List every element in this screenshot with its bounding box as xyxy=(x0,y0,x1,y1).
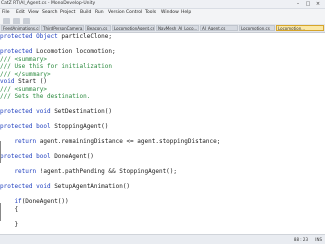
menu-view[interactable]: View xyxy=(28,9,39,16)
code-token: /// </summary> xyxy=(0,70,51,78)
code-line: protected bool DoneAgent() xyxy=(0,153,220,161)
code-token: DoneAgent() xyxy=(54,153,94,160)
menu-version-control[interactable]: Version Control xyxy=(108,9,142,16)
code-line: /// <summary> xyxy=(0,56,220,64)
code-token: protected xyxy=(0,33,37,40)
tab-beacon[interactable]: Beacon.cs xyxy=(85,25,111,31)
code-token: } xyxy=(0,220,19,228)
code-token: SetupAgentAnimation() xyxy=(54,183,131,190)
maximize-button[interactable]: □ xyxy=(304,1,312,7)
code-line: /// </summary> xyxy=(0,71,220,79)
close-button[interactable]: × xyxy=(314,1,322,7)
code-token: particleClone; xyxy=(61,33,112,40)
code-token: !agent.pathPending && StoppingAgent(); xyxy=(39,168,178,175)
code-token: bool xyxy=(36,123,55,130)
code-line: return !agent.pathPending && StoppingAge… xyxy=(0,168,220,176)
menu-bar: File Edit View Search Project Build Run … xyxy=(0,9,325,16)
code-editor[interactable]: protected Object particleClone; protecte… xyxy=(0,33,325,233)
code-line: } xyxy=(0,221,220,229)
code-token: Start () xyxy=(18,78,47,85)
tab-navmesh-ai-loco[interactable]: NavMesh_AI_Loco... xyxy=(156,25,199,31)
menu-help[interactable]: Help xyxy=(181,9,191,16)
code-line: if(DoneAgent()) xyxy=(0,198,220,206)
menu-run[interactable]: Run xyxy=(95,9,104,16)
code-token: agent.remainingDistance <= agent.stoppin… xyxy=(39,138,221,145)
menu-edit[interactable]: Edit xyxy=(16,9,25,16)
tab-locomotion[interactable]: Locomotion.cs xyxy=(239,25,275,31)
code-token: SetDestination() xyxy=(54,108,112,115)
document-tabs: FeedAnimations.cs ThirdPersonCamera.cs B… xyxy=(0,24,325,33)
code-token: Object xyxy=(36,33,62,40)
code-token: void xyxy=(36,108,55,115)
code-token: /// <summary> xyxy=(0,85,47,93)
code-token: locomotion; xyxy=(75,48,116,55)
code-token: StoppingAgent() xyxy=(54,123,109,130)
code-line: protected bool StoppingAgent() xyxy=(0,123,220,131)
minimize-button[interactable]: – xyxy=(294,1,302,7)
code-line: /// <summary> xyxy=(0,86,220,94)
code-line: protected void SetupAgentAnimation() xyxy=(0,183,220,191)
code-token: return xyxy=(0,168,40,175)
code-line: /// Use this for initialization xyxy=(0,63,220,71)
code-line: return agent.remainingDistance <= agent.… xyxy=(0,138,220,146)
tab-locomotion-active[interactable]: Locomotion... xyxy=(276,25,324,31)
code-token: protected xyxy=(0,183,37,190)
tab-locomotion-agent[interactable]: LocomotionAgent.cs xyxy=(112,25,155,31)
tab-ai-agent[interactable]: AI_Agent.cs xyxy=(200,25,238,31)
code-line: void Start () xyxy=(0,78,220,86)
menu-window[interactable]: Window xyxy=(161,9,179,16)
code-line: protected void SetDestination() xyxy=(0,108,220,116)
code-token: (DoneAgent()) xyxy=(21,198,69,205)
fold-line xyxy=(0,203,1,221)
menu-project[interactable]: Project xyxy=(60,9,75,16)
code-line: protected Object particleClone; xyxy=(0,33,220,41)
code-token: void xyxy=(0,78,19,85)
menu-search[interactable]: Search xyxy=(42,9,57,16)
code-token: Locomotion xyxy=(36,48,76,55)
code-token: /// Sets the destination. xyxy=(0,93,91,100)
tab-third-person-camera[interactable]: ThirdPersonCamera.cs xyxy=(41,25,84,31)
code-token: /// Use this for initialization xyxy=(0,63,112,70)
code-token: { xyxy=(0,205,19,213)
title-bar: CatZ RT\AI_Agent.cs - MonoDevelop-Unity … xyxy=(0,0,325,9)
code-token: bool xyxy=(36,153,55,160)
code-token: if xyxy=(0,198,22,205)
code-token: protected xyxy=(0,48,37,55)
fold-line xyxy=(0,141,1,163)
menu-tools[interactable]: Tools xyxy=(145,9,156,16)
tab-feed-animations[interactable]: FeedAnimations.cs xyxy=(1,25,40,31)
code-token: return xyxy=(0,138,40,145)
menu-file[interactable]: File xyxy=(2,9,10,16)
menu-build[interactable]: Build xyxy=(80,9,91,16)
code-token: void xyxy=(36,183,55,190)
code-line: /// Sets the destination. xyxy=(0,93,220,101)
code-content: protected Object particleClone; protecte… xyxy=(0,33,220,228)
code-line: { xyxy=(0,206,220,214)
code-token: protected xyxy=(0,123,37,130)
code-token: protected xyxy=(0,108,37,115)
code-token: protected xyxy=(0,153,37,160)
code-line: protected Locomotion locomotion; xyxy=(0,48,220,56)
code-token: /// <summary> xyxy=(0,55,47,63)
window-title: CatZ RT\AI_Agent.cs - MonoDevelop-Unity xyxy=(1,1,96,6)
